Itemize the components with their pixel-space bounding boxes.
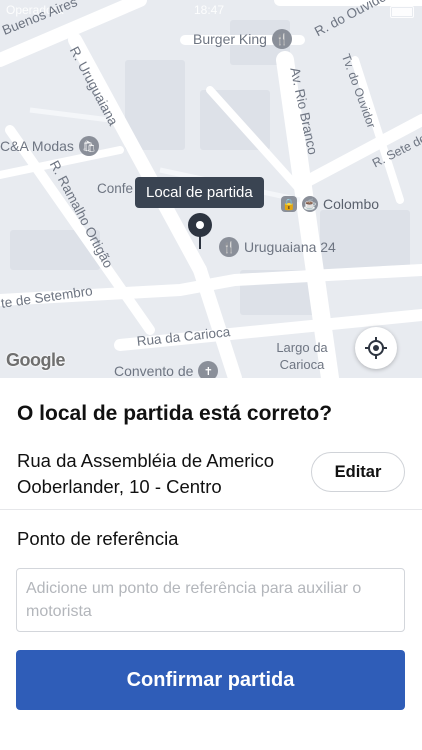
- map-view[interactable]: Operadora 18:47 Buenos Aires R. Uruguaia…: [0, 0, 422, 378]
- divider: [0, 509, 422, 510]
- landmark-label: Largo da Carioca: [276, 340, 328, 372]
- poi-uruguaiana-24[interactable]: 🍴 Uruguaiana 24: [219, 237, 336, 257]
- poi-colombo[interactable]: 🔒 ☕ Colombo: [281, 196, 379, 212]
- clock: 18:47: [194, 3, 225, 17]
- poi-label: C&A Modas: [0, 138, 74, 154]
- poi-burger-king[interactable]: Burger King 🍴: [193, 29, 292, 49]
- pickup-tooltip: Local de partida: [135, 177, 264, 208]
- poi-label: Burger King: [193, 31, 267, 47]
- street-label: Confe: [97, 181, 134, 196]
- poi-convento[interactable]: Convento de ✝: [114, 361, 219, 378]
- poi-ca-modas[interactable]: C&A Modas 🛍: [0, 136, 99, 156]
- crosshair-icon: [365, 337, 387, 359]
- poi-label: Colombo: [323, 196, 380, 212]
- reference-input[interactable]: [16, 568, 405, 632]
- pickup-address: Rua da Assembléia de Americo Ooberlander…: [17, 450, 275, 497]
- restaurant-icon: 🍴: [219, 237, 239, 257]
- google-logo: Google: [6, 350, 66, 370]
- battery-icon: [390, 6, 414, 18]
- poi-label: Convento de: [114, 363, 194, 378]
- confirm-pickup-button[interactable]: Confirmar partida: [16, 650, 405, 710]
- reference-label: Ponto de referência: [17, 528, 179, 549]
- poi-label: Uruguaiana 24: [244, 239, 336, 255]
- location-pin-icon[interactable]: [186, 212, 214, 250]
- pickup-confirmation-sheet: O local de partida está correto? Rua da …: [0, 378, 422, 750]
- cafe-icon: ☕: [302, 196, 318, 212]
- edit-button[interactable]: Editar: [311, 452, 405, 492]
- shopping-bag-icon: 🛍: [78, 136, 99, 156]
- church-icon: ✝: [198, 361, 219, 378]
- confirmation-question: O local de partida está correto?: [17, 402, 333, 425]
- my-location-button[interactable]: [355, 327, 397, 369]
- lock-icon: 🔒: [281, 196, 297, 212]
- restaurant-icon: 🍴: [271, 29, 292, 49]
